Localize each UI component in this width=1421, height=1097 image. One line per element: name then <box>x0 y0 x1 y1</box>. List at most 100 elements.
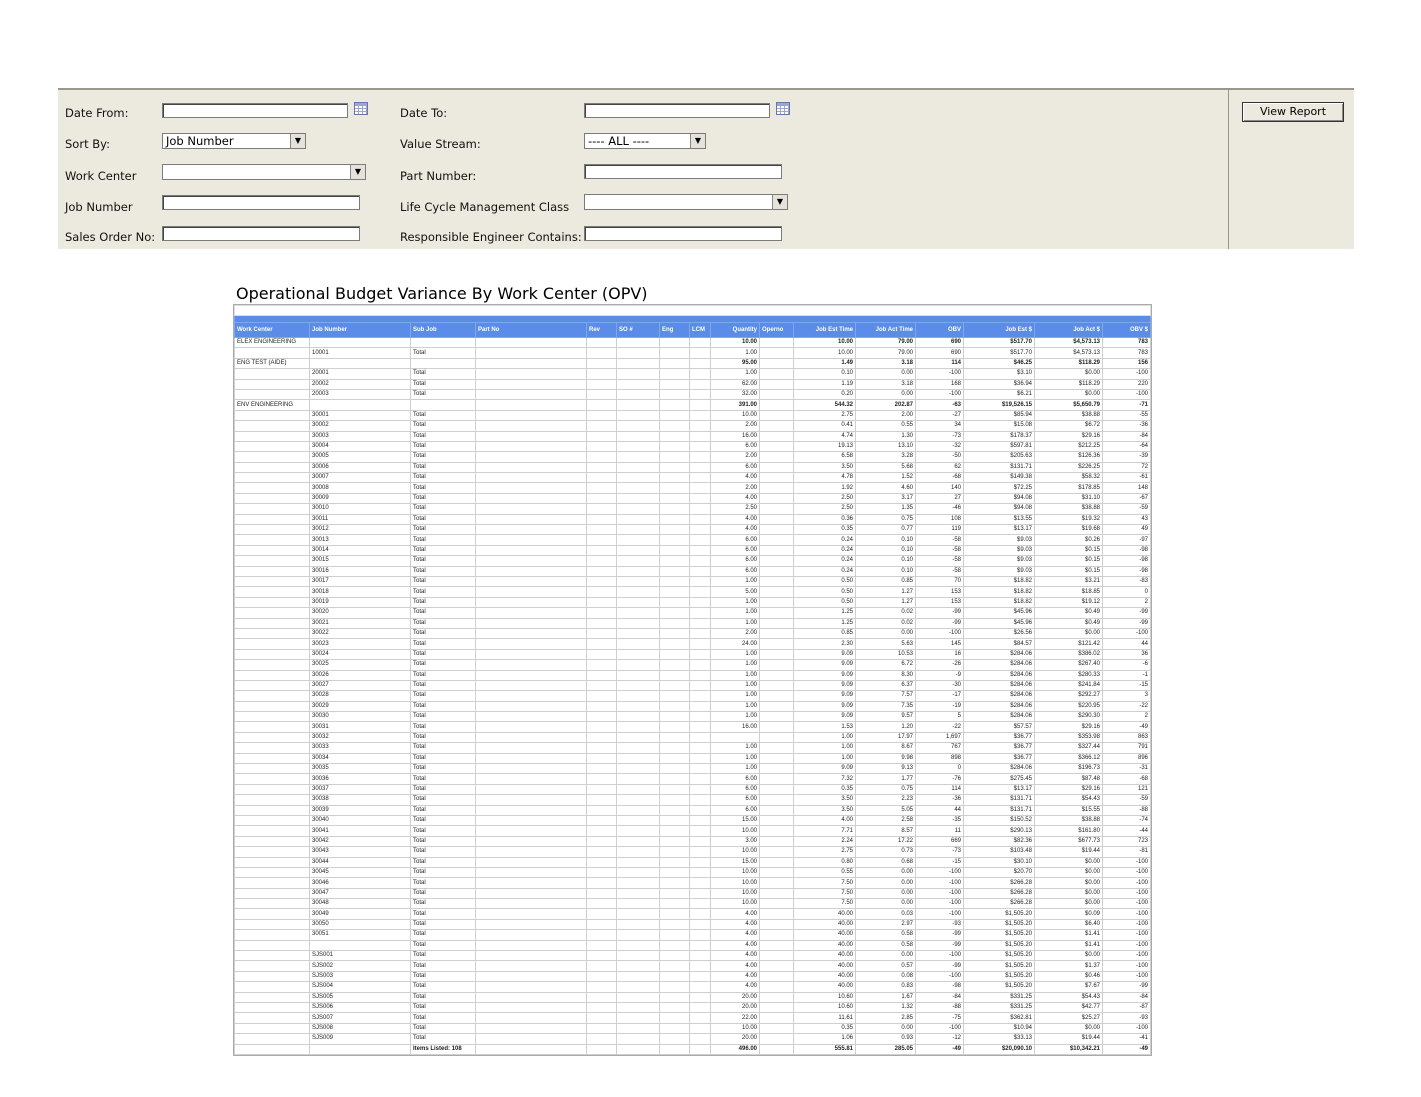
table-cell <box>234 430 310 442</box>
table-cell: 0.55 <box>793 866 856 879</box>
view-report-button[interactable]: View Report <box>1242 102 1344 122</box>
table-cell: Total <box>410 981 476 993</box>
table-cell: 7.71 <box>793 825 856 837</box>
table-cell: 0 <box>1102 586 1151 598</box>
sort-by-select[interactable]: Job Number ▼ <box>162 133 306 149</box>
table-cell: Total <box>410 565 476 578</box>
value-stream-select[interactable]: ---- ALL ---- ▼ <box>584 133 706 149</box>
table-cell <box>759 430 794 442</box>
resp-engineer-input[interactable] <box>584 226 782 241</box>
table-cell: -99 <box>915 960 964 972</box>
table-cell <box>586 627 617 640</box>
chevron-down-icon[interactable]: ▼ <box>350 165 365 179</box>
table-cell: 121 <box>1102 783 1151 796</box>
table-cell <box>616 596 660 609</box>
table-cell: -71 <box>1102 399 1151 411</box>
chevron-down-icon[interactable]: ▼ <box>290 134 305 148</box>
table-cell: -87 <box>1102 1001 1151 1014</box>
table-cell <box>659 825 690 837</box>
table-cell: -99 <box>1102 981 1151 993</box>
table-cell: 0.24 <box>793 565 856 578</box>
table-cell: 36 <box>1102 648 1151 661</box>
table-cell <box>475 472 587 484</box>
work-center-select[interactable]: ▼ <box>162 164 366 180</box>
table-cell: Total <box>410 482 476 494</box>
table-cell <box>234 700 310 713</box>
date-to-input[interactable] <box>584 103 770 118</box>
table-row: 30011 Total 4.00 0.36 0.75 108 $13.55 $19.32 43 <box>234 513 1151 526</box>
chevron-down-icon[interactable]: ▼ <box>772 195 787 209</box>
table-cell: Total <box>410 1012 476 1024</box>
column-header: Job Act $ <box>1034 322 1103 338</box>
table-cell: $29.16 <box>1034 430 1103 442</box>
column-header: Job Est Time <box>793 322 856 338</box>
table-cell: -27 <box>915 409 964 422</box>
table-cell <box>616 440 660 453</box>
table-cell <box>689 638 711 650</box>
table-cell <box>586 846 617 858</box>
table-cell: 15.00 <box>710 814 760 827</box>
table-cell: 0.00 <box>855 898 916 910</box>
table-cell <box>234 503 310 515</box>
table-cell <box>234 877 310 889</box>
table-row: SJS008 Total 10.00 0.35 0.00 -100 $10.94 $0.00-… <box>234 1022 1151 1035</box>
table-cell <box>659 440 690 453</box>
table-row: 20001 Total 1.00 0.10 0.00 -100 $3.10 $0.00 -100 <box>234 368 1151 380</box>
table-cell: 0.83 <box>855 981 916 993</box>
table-cell: 669 <box>915 835 964 848</box>
calendar-icon[interactable] <box>354 102 368 115</box>
chevron-down-icon[interactable]: ▼ <box>690 134 705 148</box>
table-cell: $0.26 <box>1034 534 1103 546</box>
table-cell: 2.24 <box>793 835 856 848</box>
table-cell: 72 <box>1102 461 1151 474</box>
job-number-input[interactable] <box>162 195 360 210</box>
table-row: SJS007 Total 22.00 11.61 2.85 -75 $362.81 $25.2… <box>234 1012 1151 1024</box>
table-cell <box>759 648 794 661</box>
table-cell: 2.00 <box>710 420 760 432</box>
table-cell <box>234 420 310 432</box>
table-cell: 1.00 <box>710 596 760 609</box>
lcm-class-select[interactable]: ▼ <box>584 194 788 210</box>
table-row: 30042 Total 3.00 2.24 17.22 669 $82.36 $677.73 7… <box>234 835 1151 848</box>
table-cell <box>586 970 617 983</box>
table-cell: -98 <box>1102 544 1151 557</box>
table-cell: $36.77 <box>963 752 1035 765</box>
table-cell: $284.06 <box>963 762 1035 775</box>
table-cell: Total <box>410 586 476 598</box>
table-row: 30021 Total 1.00 1.25 0.02 -99 $45.96 $0.49 -99 <box>234 617 1151 629</box>
table-cell: 0.93 <box>855 1033 916 1045</box>
table-cell: 9.09 <box>793 669 856 681</box>
table-cell <box>616 607 660 619</box>
table-cell <box>759 388 794 401</box>
table-cell: 1.20 <box>855 721 916 733</box>
table-cell <box>759 908 794 920</box>
table-cell: 1.32 <box>855 1001 916 1014</box>
table-cell <box>410 336 476 349</box>
table-cell: $0.15 <box>1034 544 1103 557</box>
table-cell: $103.48 <box>963 846 1035 858</box>
part-number-label: Part Number: <box>400 169 477 183</box>
table-cell: 19.13 <box>793 440 856 453</box>
table-cell: 30034 <box>309 752 411 765</box>
table-cell <box>759 929 794 941</box>
table-cell <box>759 825 794 837</box>
table-cell: -58 <box>915 555 964 567</box>
table-cell <box>759 368 794 380</box>
table-cell <box>586 1012 617 1024</box>
part-number-input[interactable] <box>584 164 782 179</box>
table-cell <box>759 440 794 453</box>
table-cell: 156 <box>1102 357 1151 370</box>
table-cell: 10.00 <box>710 409 760 422</box>
table-cell <box>475 492 587 505</box>
date-from-input[interactable] <box>162 103 348 118</box>
table-cell <box>759 503 794 515</box>
table-cell: 3.50 <box>793 804 856 816</box>
table-cell: 1.00 <box>710 347 760 359</box>
calendar-icon[interactable] <box>776 102 790 115</box>
table-cell: -6 <box>1102 659 1151 671</box>
table-cell: -98 <box>915 981 964 993</box>
sales-order-input[interactable] <box>162 226 360 241</box>
table-cell <box>475 970 587 983</box>
table-cell <box>689 555 711 567</box>
table-cell: 40.00 <box>793 908 856 920</box>
